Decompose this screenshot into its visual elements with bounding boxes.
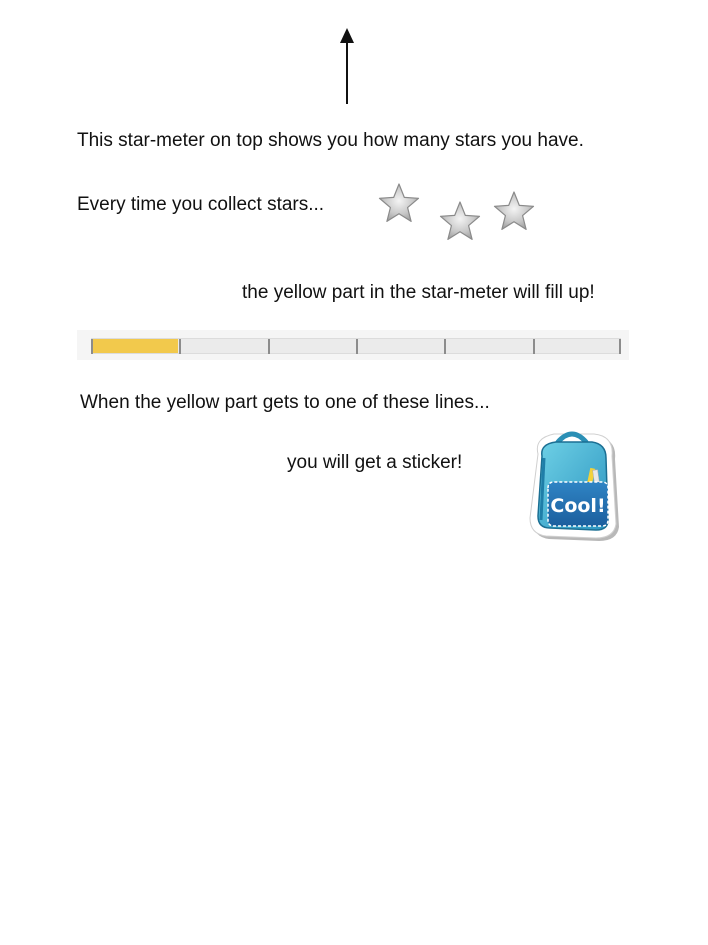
instruction-sticker: you will get a sticker! [287, 452, 463, 473]
instruction-milestone-lines: When the yellow part gets to one of thes… [80, 392, 490, 413]
star-icon [378, 183, 420, 223]
star-meter-milestone-line [533, 339, 535, 354]
sticker-text: Cool! [550, 495, 605, 517]
star-meter-milestone-line [444, 339, 446, 354]
star-meter-fill [91, 339, 178, 353]
backpack-sticker: Cool! [529, 431, 619, 541]
star-meter [77, 330, 629, 360]
star-meter-milestone-line [619, 339, 621, 354]
up-arrow-icon [340, 28, 354, 104]
instruction-collect-stars: Every time you collect stars... [77, 194, 325, 215]
star-icon [439, 201, 481, 241]
star-meter-milestone-line [91, 339, 93, 354]
instruction-star-meter-top: This star-meter on top shows you how man… [77, 130, 584, 151]
instruction-fill-up: the yellow part in the star-meter will f… [242, 282, 595, 303]
star-meter-track [91, 338, 621, 354]
star-icon [493, 191, 535, 231]
star-meter-milestone-line [268, 339, 270, 354]
star-meter-milestone-line [356, 339, 358, 354]
star-meter-milestone-line [179, 339, 181, 354]
